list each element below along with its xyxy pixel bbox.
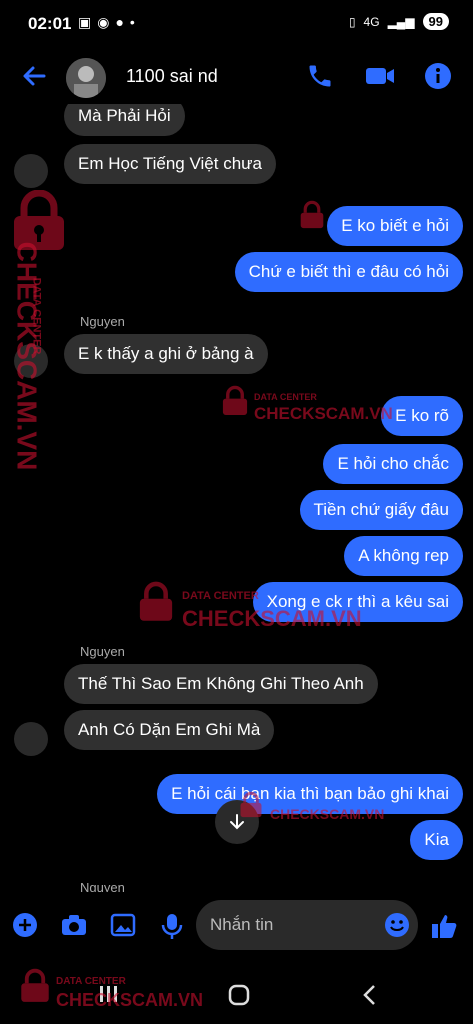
video-icon[interactable] [364, 62, 396, 95]
watermark-tagline: DATA CENTER [56, 976, 126, 987]
message-outgoing[interactable]: Chứ e biết thì e đâu có hỏi [234, 252, 463, 292]
watermark-brand: CHECKSCAM.VN [56, 990, 204, 1010]
image-icon[interactable] [110, 912, 136, 943]
message-incoming[interactable]: Em Học Tiếng Việt chưa [64, 144, 276, 184]
sender-avatar [14, 154, 48, 188]
message-outgoing[interactable]: E ko rõ [381, 396, 463, 436]
composer [0, 896, 473, 960]
watermark-brand: CHECKSCAM.VN [254, 404, 393, 423]
game-icon: ◉ [97, 14, 110, 30]
plus-icon[interactable] [12, 912, 38, 943]
message-incoming[interactable]: Thế Thì Sao Em Không Ghi Theo Anh [64, 664, 378, 704]
message-incoming[interactable]: Anh Có Dặn Em Ghi Mà [64, 710, 275, 750]
chat-notification-icon: ● [115, 14, 124, 30]
screenshot-icon: ▣ [78, 14, 92, 30]
sender-avatar [14, 722, 48, 756]
watermark-tagline: DATA CENTER [30, 277, 43, 355]
status-time: 02:01 [28, 14, 72, 33]
back-arrow-icon[interactable] [20, 62, 48, 95]
network-label: 4G [363, 14, 380, 29]
message-outgoing[interactable]: A không rep [344, 536, 463, 576]
message-list[interactable]: Mà Phải Hỏi Em Học Tiếng Việt chưa E ko … [0, 104, 473, 892]
info-icon[interactable] [424, 62, 452, 95]
chat-header: 1100 sai nd [0, 48, 473, 104]
contact-name[interactable]: 1100 sai nd [126, 66, 218, 87]
sender-name: Nguyen [80, 314, 125, 329]
phone-icon[interactable] [306, 62, 334, 95]
mute-icon: ▯ [348, 14, 356, 29]
home-icon[interactable] [228, 984, 250, 1011]
watermark-brand: CHECKSCAM.VN [11, 241, 43, 471]
emoji-icon[interactable] [384, 912, 410, 943]
mic-icon[interactable] [160, 912, 184, 945]
back-nav-icon[interactable] [362, 984, 378, 1011]
message-incoming[interactable]: Mà Phải Hỏi [64, 104, 185, 136]
dot-icon: • [129, 14, 135, 30]
message-outgoing[interactable]: E hỏi cho chắc [323, 444, 463, 484]
watermark-brand: CHECKSCAM.VN [182, 606, 362, 631]
sender-name: Nguyen [80, 880, 125, 892]
sender-name: Nguyen [80, 644, 125, 659]
watermark-lock-icon [136, 578, 176, 631]
status-bar: 02:01 ▣ ◉ ● • ▯ 4G ▂▄▆ 99 [0, 0, 473, 48]
watermark-lock-icon [238, 790, 264, 825]
contact-avatar[interactable] [66, 58, 106, 98]
camera-icon[interactable] [60, 912, 88, 943]
message-incoming[interactable]: E k thấy a ghi ở bảng à [64, 334, 268, 374]
like-icon[interactable] [430, 912, 458, 945]
battery-level: 99 [422, 13, 449, 30]
message-outgoing[interactable]: E ko biết e hỏi [327, 206, 463, 246]
message-outgoing[interactable]: Kia [410, 820, 463, 860]
watermark-lock-icon [18, 966, 52, 1011]
watermark-brand: CHECKSCAM.VN [270, 806, 385, 822]
watermark-lock-icon [298, 198, 326, 237]
signal-icon: ▂▄▆ [387, 14, 415, 29]
message-outgoing[interactable]: Tiền chứ giấy đâu [299, 490, 463, 530]
watermark-tagline: DATA CENTER [254, 392, 317, 402]
watermark-lock-icon [220, 384, 250, 423]
watermark-tagline: DATA CENTER [182, 590, 259, 602]
